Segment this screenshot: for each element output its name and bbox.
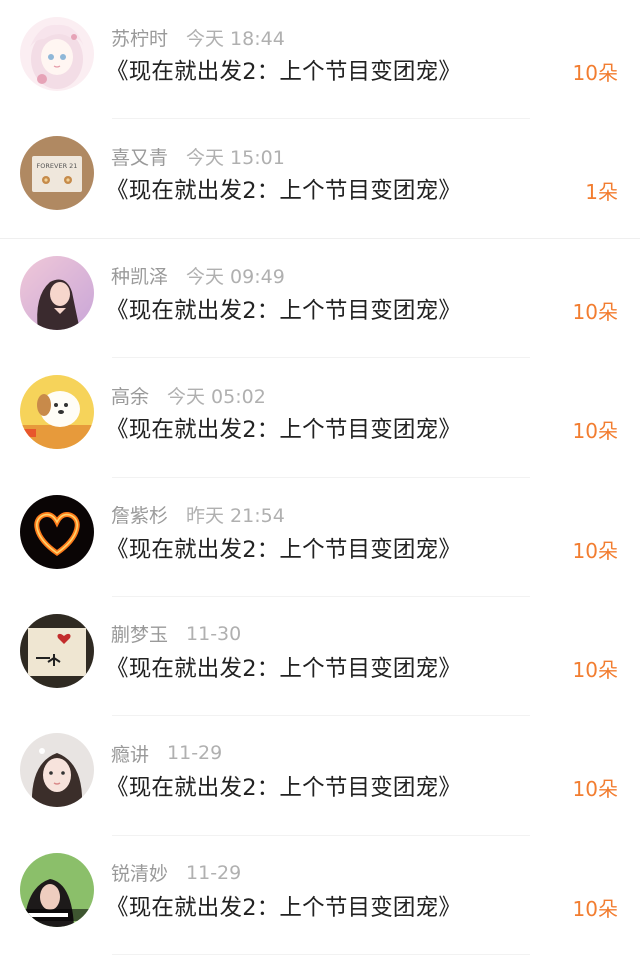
flower-count: 10朵 xyxy=(572,61,618,85)
svg-text:FOREVER 21: FOREVER 21 xyxy=(37,162,78,170)
send-time: 11-29 xyxy=(167,742,223,765)
send-time: 昨天 21:54 xyxy=(186,505,285,528)
sender-name[interactable]: 喜又青 xyxy=(111,143,168,170)
fire-heart-avatar[interactable] xyxy=(20,494,94,569)
message-text: 《现在就出发2：上个节目变团宠》 xyxy=(106,775,462,802)
sender-meta: 喜又青 今天 15:01 xyxy=(111,143,285,170)
sender-meta: 苏柠时 今天 18:44 xyxy=(111,24,285,51)
sender-name[interactable]: 锐清妙 xyxy=(111,859,168,886)
send-time: 今天 15:01 xyxy=(186,146,285,169)
flower-count: 10朵 xyxy=(572,896,618,921)
sender-meta: 瘾讲 11-29 xyxy=(111,740,223,767)
flower-count: 10朵 xyxy=(572,419,618,444)
list-item[interactable]: 瘾讲 11-29 《现在就出发2：上个节目变团宠》 10朵 xyxy=(0,716,640,836)
girl-caption-avatar[interactable] xyxy=(20,852,94,927)
send-time: 今天 05:02 xyxy=(167,385,266,408)
anime-girl-avatar[interactable] xyxy=(20,17,94,91)
girl-selfie-avatar[interactable] xyxy=(20,733,94,808)
sender-name[interactable]: 詹紫杉 xyxy=(111,501,168,528)
message-text: 《现在就出发2：上个节目变团宠》 xyxy=(106,297,462,324)
message-text: 《现在就出发2：上个节目变团宠》 xyxy=(106,536,462,563)
message-text: 《现在就出发2：上个节目变团宠》 xyxy=(106,417,462,444)
girl-photo-avatar[interactable] xyxy=(20,255,94,330)
list-item[interactable]: 詹紫杉 昨天 21:54 《现在就出发2：上个节目变团宠》 10朵 xyxy=(0,478,640,597)
sender-name[interactable]: 苏柠时 xyxy=(111,24,168,51)
list-item[interactable]: 锐清妙 11-29 《现在就出发2：上个节目变团宠》 10朵 xyxy=(0,836,640,955)
flower-count: 1朵 xyxy=(585,180,618,205)
list-item[interactable]: 种凯泽 今天 09:49 《现在就出发2：上个节目变团宠》 10朵 xyxy=(0,239,640,359)
list-item[interactable]: 蒯梦玉 11-30 《现在就出发2：上个节目变团宠》 10朵 xyxy=(0,597,640,717)
message-text: 《现在就出发2：上个节目变团宠》 xyxy=(106,178,462,205)
sender-meta: 高余 今天 05:02 xyxy=(111,382,266,409)
flower-count: 10朵 xyxy=(572,657,618,682)
flower-count: 10朵 xyxy=(572,299,618,324)
forever21-box-avatar[interactable]: FOREVER 21 xyxy=(20,136,94,211)
gift-record-list: 苏柠时 今天 18:44 《现在就出发2：上个节目变团宠》 10朵 FOREVE… xyxy=(0,0,640,955)
send-time: 今天 09:49 xyxy=(186,266,285,289)
send-time: 11-30 xyxy=(186,622,242,645)
sender-name[interactable]: 高余 xyxy=(111,382,149,409)
message-text: 《现在就出发2：上个节目变团宠》 xyxy=(106,655,462,682)
handwriting-heart-avatar[interactable] xyxy=(20,613,94,688)
sender-name[interactable]: 种凯泽 xyxy=(111,262,168,289)
flower-count: 10朵 xyxy=(572,538,618,563)
list-item[interactable]: 苏柠时 今天 18:44 《现在就出发2：上个节目变团宠》 10朵 xyxy=(0,0,640,120)
sender-name[interactable]: 蒯梦玉 xyxy=(111,620,168,647)
flower-count: 10朵 xyxy=(572,777,618,802)
sender-meta: 锐清妙 11-29 xyxy=(111,859,242,886)
sender-name[interactable]: 瘾讲 xyxy=(111,740,149,767)
sender-meta: 种凯泽 今天 09:49 xyxy=(111,264,285,288)
sender-meta: 詹紫杉 昨天 21:54 xyxy=(111,503,285,527)
cartoon-dog-avatar[interactable] xyxy=(20,375,94,450)
send-time: 11-29 xyxy=(186,861,242,884)
message-text: 《现在就出发2：上个节目变团宠》 xyxy=(106,894,462,921)
send-time: 今天 18:44 xyxy=(186,27,285,50)
list-item[interactable]: FOREVER 21 喜又青 今天 15:01 《现在就出发2：上个节目变团宠》… xyxy=(0,119,640,239)
sender-meta: 蒯梦玉 11-30 xyxy=(111,620,242,647)
message-text: 《现在就出发2：上个节目变团宠》 xyxy=(106,59,462,85)
list-item[interactable]: 高余 今天 05:02 《现在就出发2：上个节目变团宠》 10朵 xyxy=(0,358,640,478)
